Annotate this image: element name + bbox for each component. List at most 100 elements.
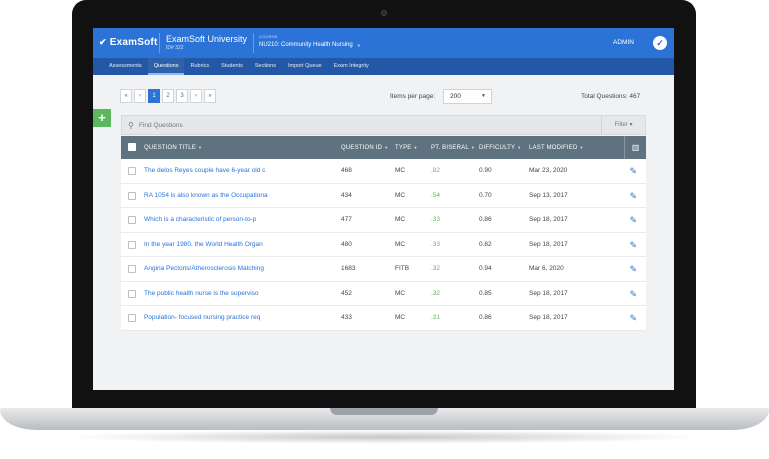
prev-page-button[interactable]: ‹: [134, 89, 146, 103]
next-page-button[interactable]: ›: [190, 89, 202, 103]
question-type: MC: [395, 216, 406, 223]
tab-students[interactable]: Students: [215, 58, 249, 75]
row-checkbox[interactable]: [128, 191, 136, 200]
filter-button[interactable]: Filter ▾: [601, 116, 645, 134]
question-type: MC: [395, 289, 406, 297]
question-type: MC: [395, 240, 406, 248]
items-per-page-label: Items per page:: [390, 93, 436, 100]
last-page-button[interactable]: »: [204, 89, 216, 103]
divider: [159, 33, 160, 53]
chevron-down-icon: ▼: [481, 93, 486, 99]
examsoft-logo[interactable]: ✔ ExamSoft: [99, 37, 157, 48]
select-all-checkbox[interactable]: [128, 143, 136, 151]
col-question-title[interactable]: QUESTION TITLE ▼: [144, 136, 202, 159]
tab-questions[interactable]: Questions: [147, 58, 185, 75]
total-questions: Total Questions: 467: [581, 93, 641, 100]
col-pt-biseral[interactable]: PT. BISERAL ▼: [431, 136, 475, 159]
edit-pencil-icon[interactable]: ✎: [629, 264, 637, 275]
question-title-link[interactable]: RA 1054 is also known as the Occupationa: [144, 184, 268, 209]
difficulty: 0.90: [479, 167, 492, 174]
tab-assessments[interactable]: Assessments: [103, 58, 148, 75]
question-title-link[interactable]: Angina Pectoris/Atherosclerosis Matching: [144, 257, 264, 282]
tab-exam-integrity[interactable]: Exam Integrity: [328, 58, 375, 75]
camera-icon: [381, 10, 387, 16]
search-bar: ⚲ Filter ▾: [121, 115, 646, 135]
pt-biseral: .31: [431, 314, 441, 321]
divider: [253, 33, 254, 53]
col-last-modified[interactable]: LAST MODIFIED ▼: [529, 136, 584, 159]
page-button[interactable]: 2: [162, 89, 174, 103]
tab-rubrics[interactable]: Rubrics: [184, 58, 215, 75]
university-selector[interactable]: ExamSoft University ID# 322: [166, 34, 247, 51]
laptop-mockup: ✔ ExamSoft ExamSoft University ID# 322 C…: [0, 0, 769, 459]
difficulty: 0.82: [479, 240, 492, 248]
check-circle-icon[interactable]: ✓: [653, 36, 667, 50]
sort-caret-icon: ▼: [198, 145, 203, 150]
edit-pencil-icon[interactable]: ✎: [629, 289, 637, 300]
question-id: 477: [341, 216, 352, 223]
pt-biseral: .82: [431, 167, 441, 174]
question-id: 468: [341, 167, 352, 174]
col-difficulty[interactable]: DIFFICULTY ▼: [479, 136, 521, 159]
search-input[interactable]: [139, 120, 519, 131]
last-modified: Sep 18, 2017: [529, 314, 568, 321]
laptop-shadow: [60, 430, 709, 444]
last-modified: Mar 6, 2020: [529, 265, 564, 272]
tab-sections[interactable]: Sections: [249, 58, 282, 75]
items-per-page-select[interactable]: 200 ▼: [443, 89, 492, 104]
last-modified: Sep 13, 2017: [529, 191, 568, 199]
question-id: 480: [341, 240, 352, 248]
main-nav: Assessments Questions Rubrics Students S…: [93, 58, 674, 75]
edit-pencil-icon[interactable]: ✎: [629, 166, 637, 177]
edit-pencil-icon[interactable]: ✎: [629, 313, 637, 324]
pt-biseral: .32: [431, 265, 441, 272]
table-row: The delos Reyes couple have 6-year old c…: [121, 159, 646, 184]
page-button[interactable]: 3: [176, 89, 188, 103]
table-row: Angina Pectoris/Atherosclerosis Matching…: [121, 257, 646, 282]
row-checkbox[interactable]: [128, 289, 136, 298]
row-checkbox[interactable]: [128, 216, 136, 224]
sort-caret-icon: ▼: [470, 145, 476, 150]
difficulty: 0.70: [479, 191, 492, 199]
last-modified: Sep 18, 2017: [529, 289, 568, 297]
laptop-notch: [330, 408, 438, 415]
question-title-link[interactable]: The delos Reyes couple have 6-year old c: [144, 159, 265, 184]
col-question-id[interactable]: QUESTION ID ▼: [341, 136, 388, 159]
col-type[interactable]: TYPE ▼: [395, 136, 418, 159]
row-checkbox[interactable]: [128, 265, 136, 273]
difficulty: 0.94: [479, 265, 492, 272]
course-selector[interactable]: COURSE NU210: Community Health Nursing ▼: [259, 34, 361, 48]
plus-icon: +: [98, 110, 106, 125]
admin-menu[interactable]: ADMIN: [613, 39, 634, 46]
row-checkbox[interactable]: [128, 167, 136, 175]
question-title-link[interactable]: The public health nurse is the superviso: [144, 282, 259, 307]
difficulty: 0.85: [479, 289, 492, 297]
row-checkbox[interactable]: [128, 314, 136, 322]
edit-pencil-icon[interactable]: ✎: [629, 215, 637, 226]
table-row: Population- focused nursing practice req…: [121, 306, 646, 331]
first-page-button[interactable]: «: [120, 89, 132, 103]
top-bar: ✔ ExamSoft ExamSoft University ID# 322 C…: [93, 28, 674, 58]
table-row: In the year 1980, the World Health Organ…: [121, 232, 646, 258]
tab-import-queue[interactable]: Import Queue: [282, 58, 328, 75]
row-checkbox[interactable]: [128, 240, 136, 249]
edit-pencil-icon[interactable]: ✎: [629, 191, 637, 202]
question-title-link[interactable]: Which is a characteristic of person-to-p: [144, 208, 256, 233]
question-title-link[interactable]: In the year 1980, the World Health Organ: [144, 233, 263, 258]
edit-pencil-icon[interactable]: ✎: [629, 240, 637, 251]
question-id: 1683: [341, 265, 356, 272]
last-modified: Sep 18, 2017: [529, 240, 568, 248]
page-button[interactable]: 1: [148, 89, 160, 103]
search-icon: ⚲: [128, 121, 134, 130]
columns-icon[interactable]: ▥: [624, 136, 646, 159]
items-per-page-value: 200: [450, 93, 461, 100]
table-row: The public health nurse is the superviso…: [121, 281, 646, 307]
question-title-link[interactable]: Population- focused nursing practice req: [144, 306, 260, 331]
question-type: MC: [395, 314, 406, 321]
add-question-button[interactable]: +: [93, 109, 111, 127]
last-modified: Sep 18, 2017: [529, 216, 568, 223]
course-label: COURSE: [259, 34, 278, 39]
pt-biseral: .54: [431, 191, 441, 199]
pt-biseral: .33: [431, 240, 441, 248]
sort-caret-icon: ▼: [413, 145, 418, 150]
